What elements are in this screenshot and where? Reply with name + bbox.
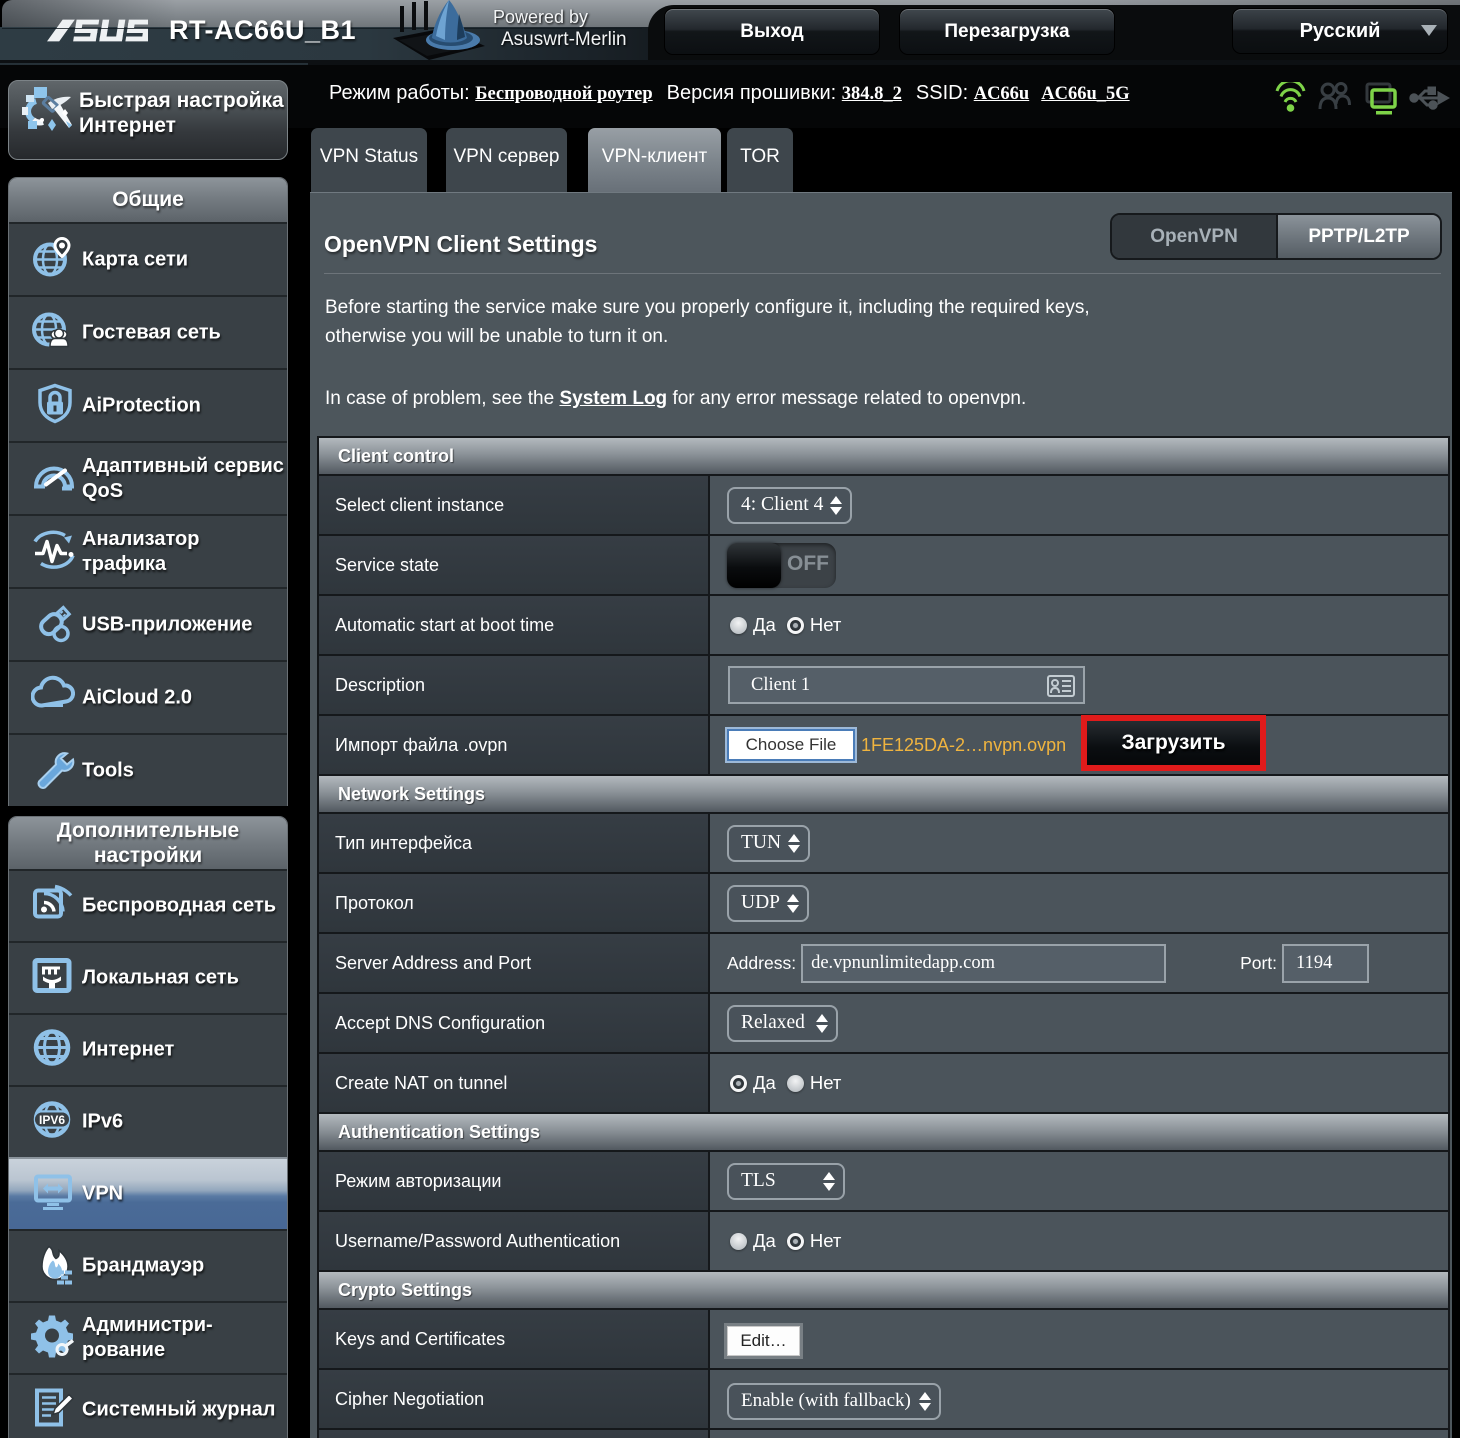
svg-text:IPV6: IPV6 [39,1113,65,1127]
